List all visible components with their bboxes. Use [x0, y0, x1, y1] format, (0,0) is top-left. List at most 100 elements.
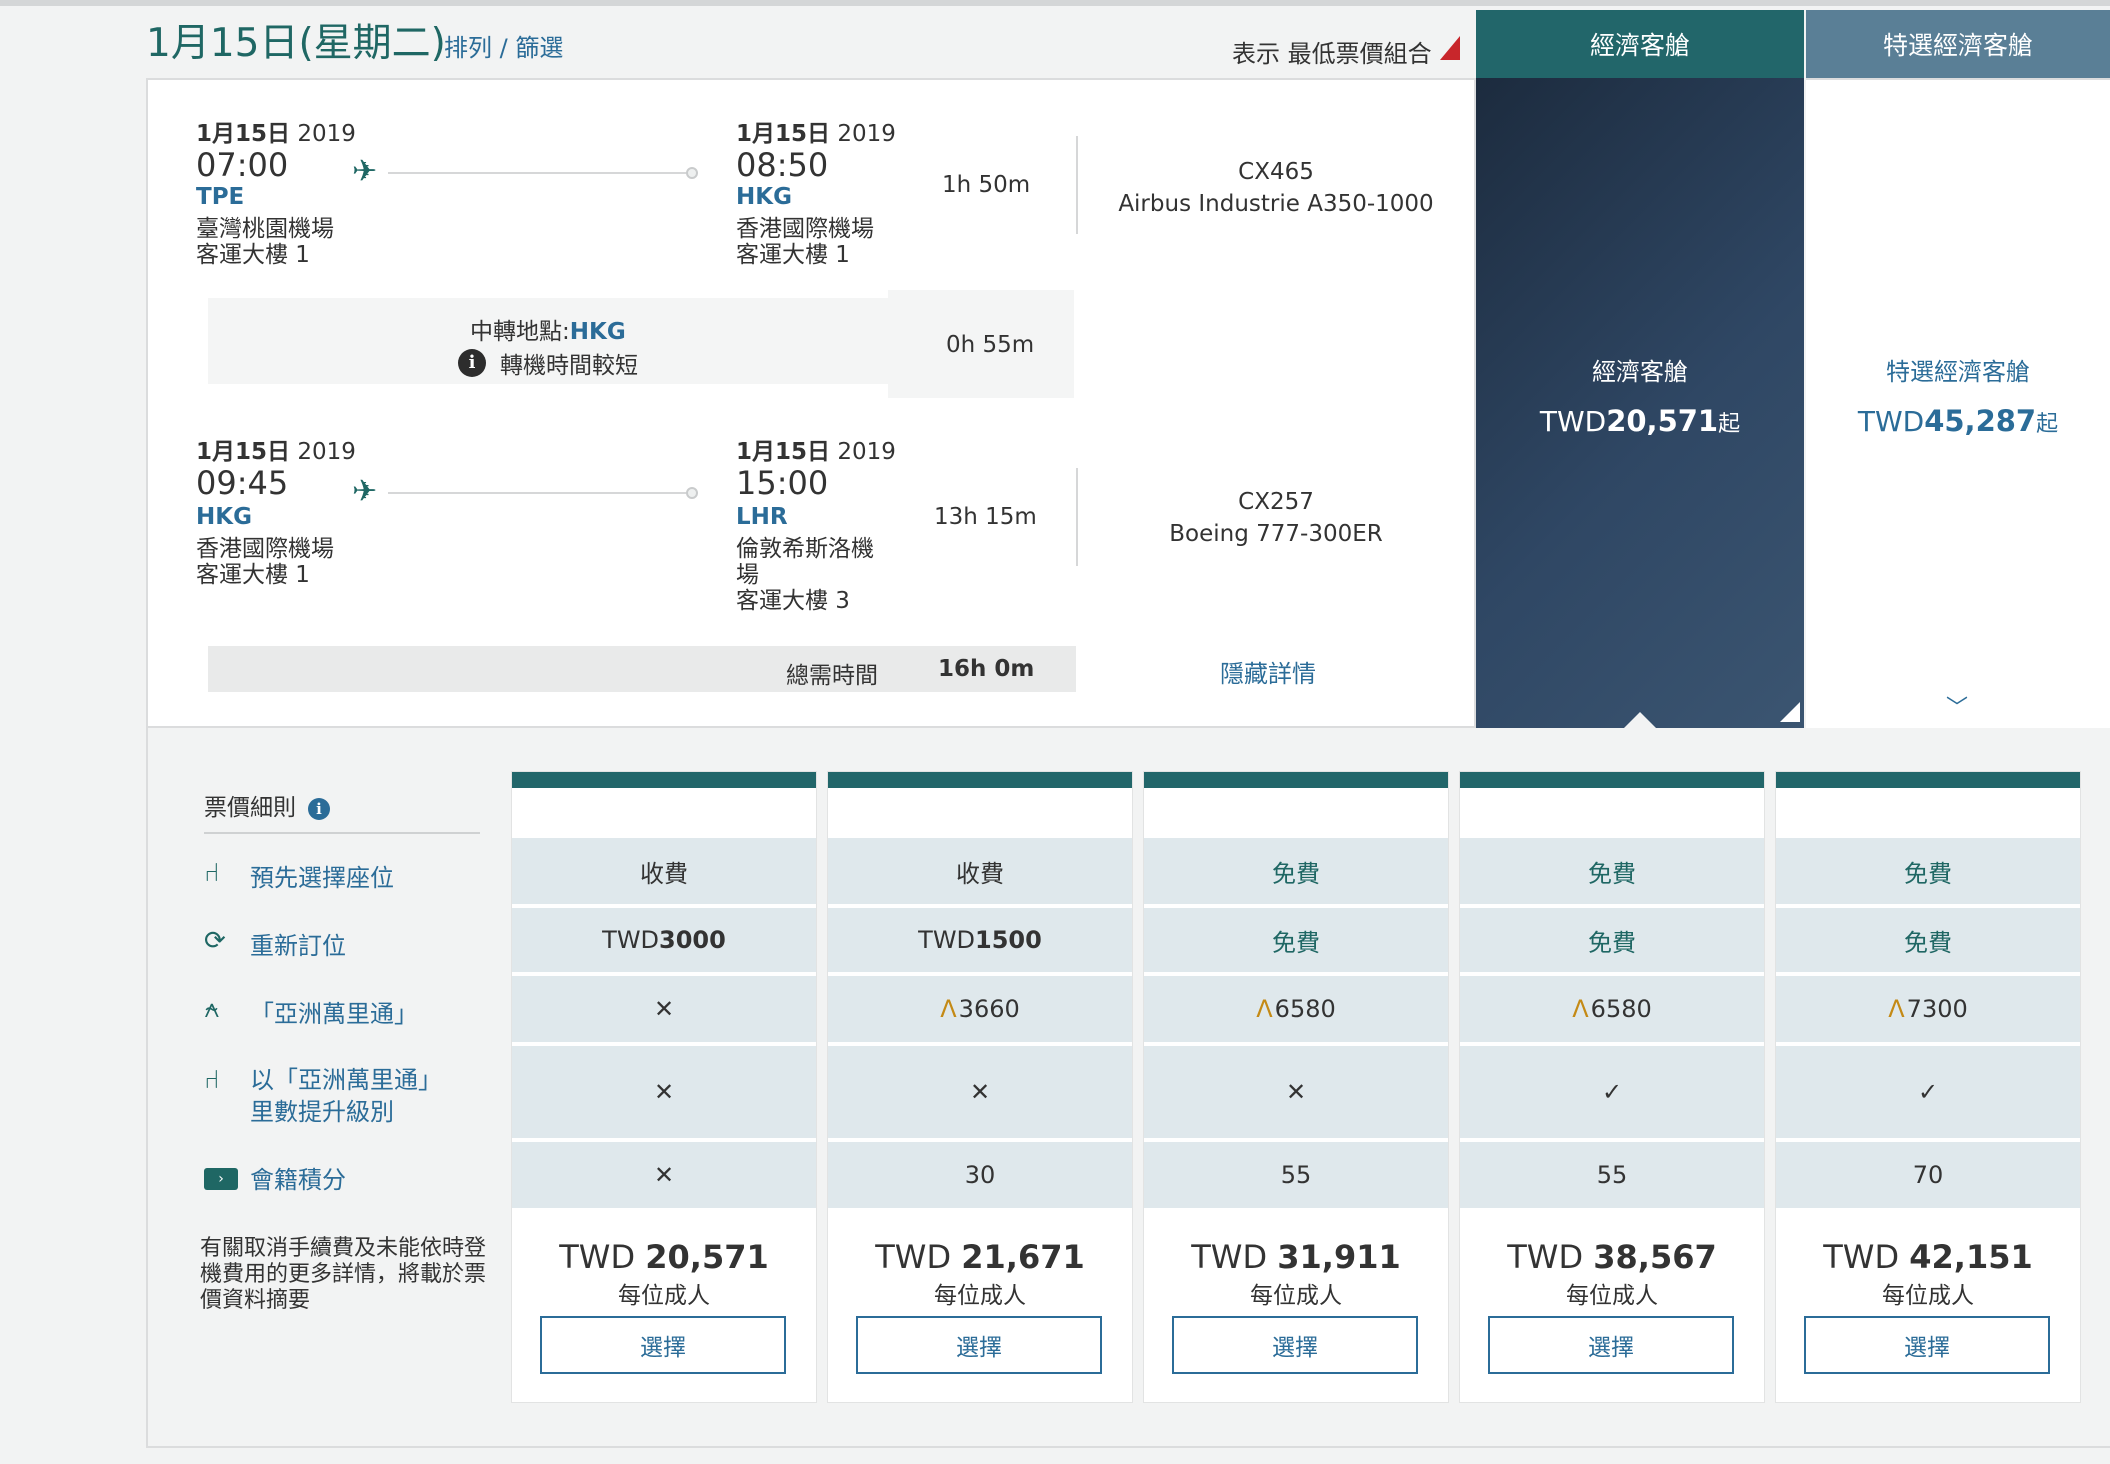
asia-miles-icon: Λ — [1888, 995, 1905, 1023]
club-points-cell: 30 — [828, 1142, 1132, 1208]
select-fare-button[interactable]: 選擇 — [1172, 1316, 1418, 1374]
rebooking-cell: 免費 — [1776, 908, 2080, 972]
fare-option-column: 免費 免費 Λ 7300 ✓ 70 TWD 42,151 每位成人 選擇 — [1776, 772, 2080, 1402]
feature-seat-selection: ⑁ 預先選擇座位 — [204, 858, 394, 892]
check-icon: ✓ — [1601, 1078, 1623, 1106]
seat-selection-cell: 收費 — [512, 838, 816, 904]
feature-asia-miles: ⍲ 「亞洲萬里通」 — [204, 994, 418, 1028]
asia-miles-cell: Λ 3660 — [828, 976, 1132, 1042]
selected-corner-icon — [1780, 702, 1800, 722]
segment-1-departure-airport: 臺灣桃園機場 — [196, 216, 334, 242]
select-fare-button[interactable]: 選擇 — [1488, 1316, 1734, 1374]
segment-1-departure-code: TPE — [196, 184, 245, 210]
select-fare-button[interactable]: 選擇 — [540, 1316, 786, 1374]
economy-price: TWD20,571起 — [1539, 404, 1741, 438]
segment-2-flight-number: CX257 — [1238, 489, 1314, 515]
tab-economy[interactable]: 經濟客艙 — [1476, 10, 1804, 78]
segment-2-arrival-airport: 倫敦希斯洛機 場 — [736, 536, 874, 588]
per-adult-label: 每位成人 — [1250, 1283, 1342, 1309]
asia-miles-icon: ⍲ — [204, 994, 220, 1024]
info-icon[interactable]: i — [458, 349, 486, 377]
fare-option-column: 收費 TWD 3000 ✕ ✕ ✕ TWD 20,571 每位成人 選擇 — [512, 772, 816, 1402]
segment-1-arrival-date: 1月15日 2019 — [736, 121, 896, 147]
fare-column-header-band — [1144, 772, 1448, 788]
hide-details-link[interactable]: 隱藏詳情 — [1220, 654, 1316, 689]
per-adult-label: 每位成人 — [1882, 1283, 1974, 1309]
cross-icon: ✕ — [1285, 1078, 1307, 1106]
segment-1-arrival-time: 08:50 — [736, 146, 829, 184]
asia-miles-icon: Λ — [940, 995, 957, 1023]
refresh-icon: ⟳ — [204, 926, 226, 956]
segment-2-departure-airport: 香港國際機場 — [196, 536, 334, 562]
upgrade-cell: ✕ — [512, 1046, 816, 1138]
sort-filter-link[interactable]: 排列 / 篩選 — [444, 28, 563, 63]
route-end-dot — [686, 167, 698, 179]
club-points-cell: 70 — [1776, 1142, 2080, 1208]
total-time-label: 總需時間 — [786, 663, 878, 689]
fare-column-header-band — [512, 772, 816, 788]
segment-1-flight-number: CX465 — [1238, 159, 1314, 185]
cross-icon: ✕ — [653, 1078, 675, 1106]
rebooking-cell: TWD 3000 — [512, 908, 816, 972]
feature-club-points: › 會籍積分 — [204, 1160, 346, 1195]
fare-price: TWD 42,151 — [1823, 1238, 2033, 1276]
segment-2-departure-date: 1月15日 2019 — [196, 439, 356, 465]
premium-economy-price: TWD45,287起 — [1857, 404, 2059, 438]
route-line — [388, 492, 686, 494]
upgrade-cell: ✓ — [1460, 1046, 1764, 1138]
premium-economy-fare-column[interactable]: 特選經濟客艙 TWD45,287起 ﹀ — [1806, 78, 2110, 728]
segment-2-arrival-code: LHR — [736, 504, 788, 530]
route-end-dot — [686, 487, 698, 499]
seat-selection-cell: 免費 — [1776, 838, 2080, 904]
segment-1-departure-date: 1月15日 2019 — [196, 121, 356, 147]
segment-1-departure-terminal: 客運大樓 1 — [196, 242, 310, 268]
transfer-notice: i 轉機時間較短 — [458, 346, 638, 380]
transfer-duration: 0h 55m — [946, 332, 1035, 358]
selected-notch — [1624, 712, 1656, 728]
membership-card-icon: › — [204, 1160, 250, 1190]
chevron-down-icon[interactable]: ﹀ — [1946, 690, 1968, 722]
asia-miles-cell: Λ 6580 — [1144, 976, 1448, 1042]
corner-flag-icon — [1440, 36, 1460, 60]
seat-upgrade-icon: ⑁ — [204, 1065, 220, 1095]
per-adult-label: 每位成人 — [618, 1283, 710, 1309]
segment-1-duration: 1h 50m — [942, 172, 1031, 198]
rebooking-cell: TWD 1500 — [828, 908, 1132, 972]
feature-upgrade: ⑁ 以「亞洲萬里通」 里數提升級別 — [204, 1065, 442, 1126]
info-icon[interactable]: i — [308, 797, 330, 820]
asia-miles-cell: Λ 7300 — [1776, 976, 2080, 1042]
segment-1-departure-time: 07:00 — [196, 146, 289, 184]
date-title: 1月15日(星期二) — [146, 21, 446, 66]
per-adult-label: 每位成人 — [934, 1283, 1026, 1309]
seat-selection-cell: 免費 — [1144, 838, 1448, 904]
rules-divider — [204, 832, 480, 834]
fare-price: TWD 38,567 — [1507, 1238, 1717, 1276]
fare-option-column: 免費 免費 Λ 6580 ✕ 55 TWD 31,911 每位成人 選擇 — [1144, 772, 1448, 1402]
rebooking-cell: 免費 — [1144, 908, 1448, 972]
club-points-cell: 55 — [1144, 1142, 1448, 1208]
display-lowest-fare-label[interactable]: 表示 最低票價組合 — [1232, 34, 1432, 69]
segment-1-arrival-airport: 香港國際機場 — [736, 216, 874, 242]
fare-price: TWD 21,671 — [875, 1238, 1085, 1276]
segment-1-arrival-terminal: 客運大樓 1 — [736, 242, 850, 268]
select-fare-button[interactable]: 選擇 — [1804, 1316, 2050, 1374]
cross-icon: ✕ — [969, 1078, 991, 1106]
asia-miles-icon: Λ — [1256, 995, 1273, 1023]
segment-1-aircraft: Airbus Industrie A350-1000 — [1118, 191, 1434, 217]
upgrade-cell: ✕ — [1144, 1046, 1448, 1138]
upgrade-cell: ✕ — [828, 1046, 1132, 1138]
segment-2-duration: 13h 15m — [934, 504, 1037, 530]
fare-note: 有關取消手續費及未能依時登機費用的更多詳情，將載於票價資料摘要 — [200, 1236, 487, 1313]
plane-icon: ✈ — [352, 474, 378, 509]
fare-column-header-band — [1776, 772, 2080, 788]
tab-premium-economy[interactable]: 特選經濟客艙 — [1806, 10, 2110, 78]
seat-icon: ⑁ — [204, 858, 220, 888]
segment-2-aircraft: Boeing 777-300ER — [1169, 521, 1383, 547]
fare-price: TWD 31,911 — [1191, 1238, 1401, 1276]
segment-1-arrival-code: HKG — [736, 184, 792, 210]
upgrade-cell: ✓ — [1776, 1046, 2080, 1138]
select-fare-button[interactable]: 選擇 — [856, 1316, 1102, 1374]
economy-fare-column[interactable]: 經濟客艙 TWD20,571起 — [1476, 78, 1804, 728]
asia-miles-cell: Λ 6580 — [1460, 976, 1764, 1042]
fare-option-column: 免費 免費 Λ 6580 ✓ 55 TWD 38,567 每位成人 選擇 — [1460, 772, 1764, 1402]
